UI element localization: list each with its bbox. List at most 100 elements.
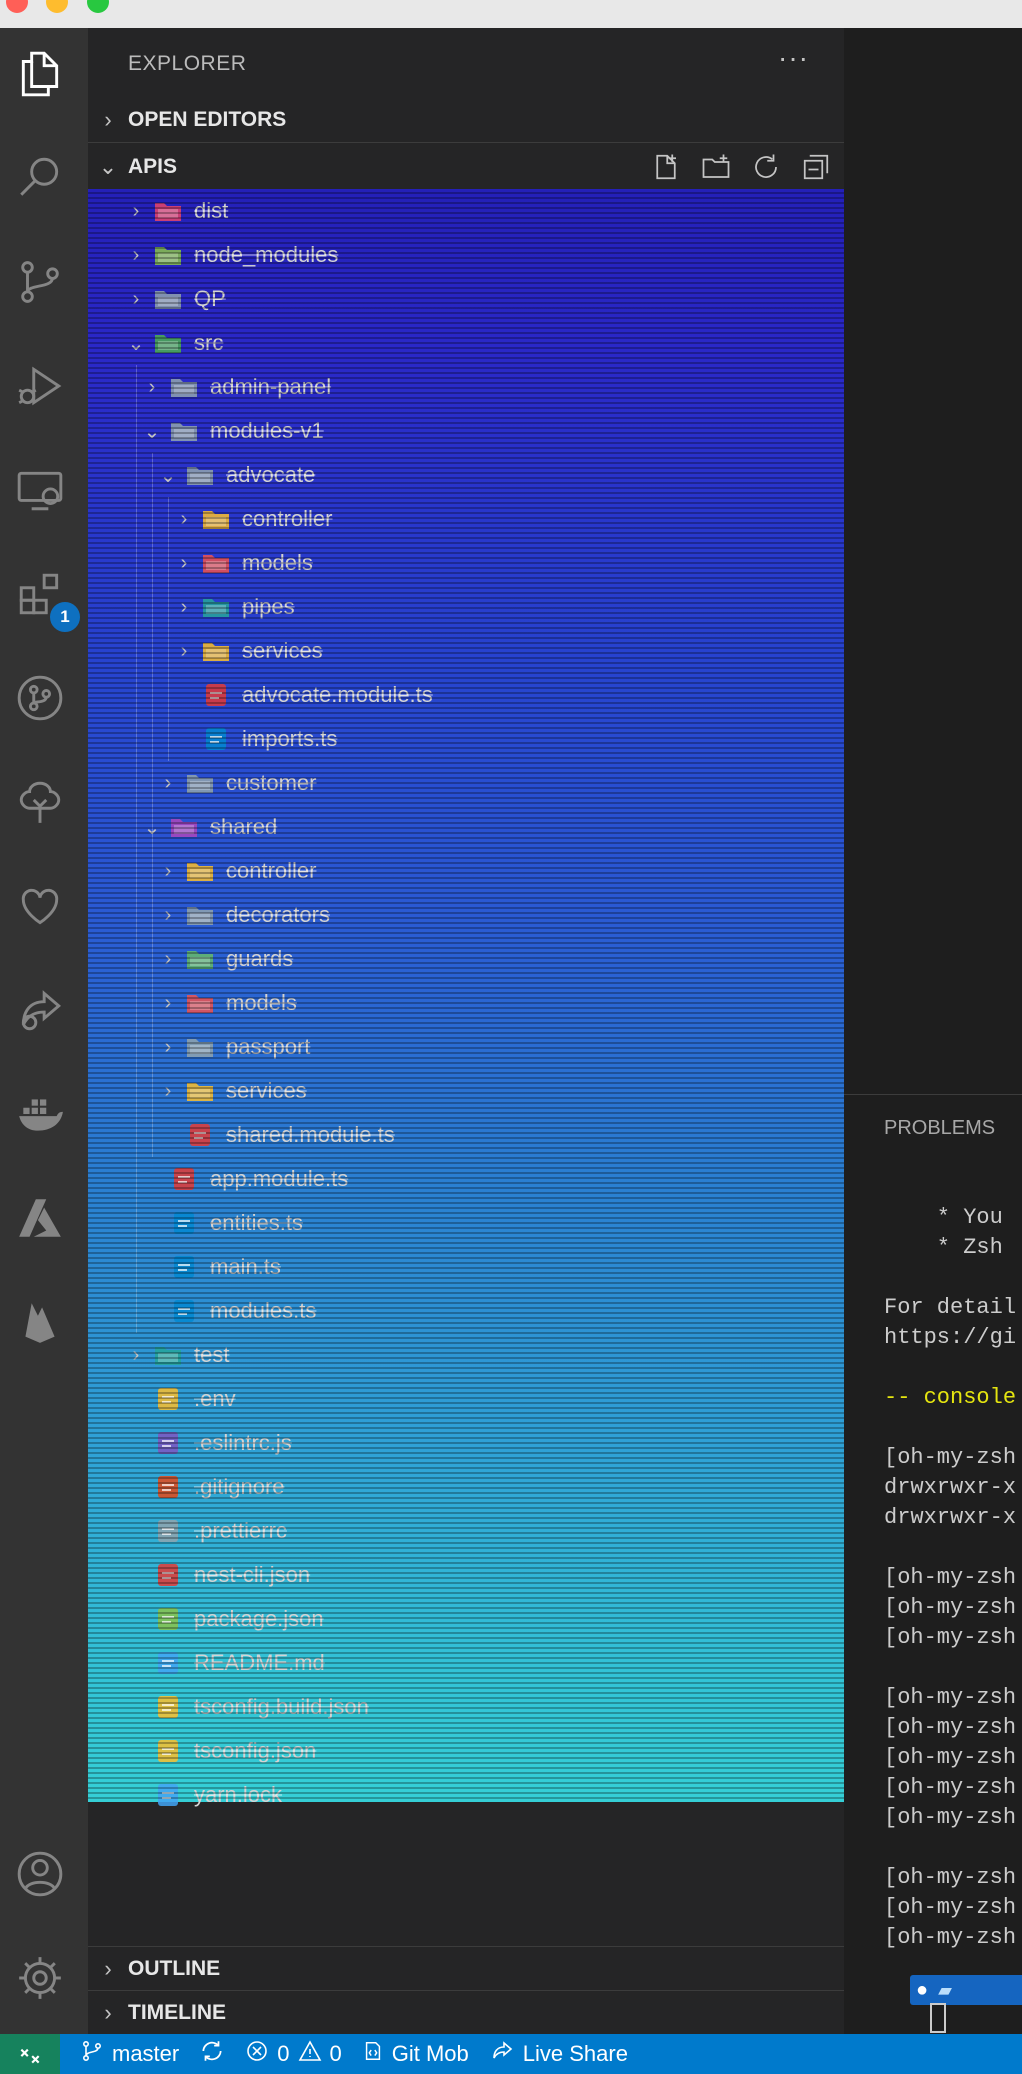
chevron-down-icon: ⌄ — [127, 332, 145, 355]
tree-file-item[interactable]: tsconfig.build.json — [88, 1685, 882, 1729]
search-icon[interactable] — [8, 146, 72, 210]
git-graph-icon[interactable] — [8, 666, 72, 730]
tree-folder-item[interactable]: ⌄ modules-v1 — [88, 409, 898, 453]
tree-file-item[interactable]: app.module.ts — [88, 1157, 898, 1201]
remote-indicator[interactable] — [0, 2034, 60, 2074]
tree-file-item[interactable]: imports.ts — [88, 717, 930, 761]
tree-file-item[interactable]: yarn.lock — [88, 1773, 882, 1817]
tree-item-label: pipes — [242, 594, 295, 619]
tree-folder-item[interactable]: › services — [88, 629, 930, 673]
file-icon — [154, 1562, 182, 1588]
tree-folder-item[interactable]: › QP — [88, 277, 882, 321]
file-icon — [202, 726, 230, 752]
tree-folder-item[interactable]: › node_modules — [88, 233, 882, 277]
terminal-line: [oh-my-zsh — [884, 1715, 1017, 1740]
open-editors-label: OPEN EDITORS — [128, 108, 287, 131]
tree-file-item[interactable]: shared.module.ts — [88, 1113, 914, 1157]
tree-folder-item[interactable]: › test — [88, 1333, 882, 1377]
tree-file-item[interactable]: README.md — [88, 1641, 882, 1685]
chevron-right-icon: › — [180, 595, 188, 618]
close-window-button[interactable] — [6, 0, 28, 13]
tree-folder-item[interactable]: ⌄ shared — [88, 805, 898, 849]
problems-indicator[interactable]: 0 0 — [245, 2039, 342, 2069]
folder-label: APIS — [128, 155, 178, 178]
source-control-icon[interactable] — [8, 250, 72, 314]
tree-file-item[interactable]: package.json — [88, 1597, 882, 1641]
extensions-icon[interactable]: 1 — [8, 562, 82, 634]
tree-file-item[interactable]: .gitignore — [88, 1465, 882, 1509]
file-icon — [154, 1782, 182, 1808]
tree-item-label: advocate — [226, 462, 316, 487]
tree-file-item[interactable]: .prettierrc — [88, 1509, 882, 1553]
folder-icon[interactable]: ▰ — [938, 1980, 952, 2001]
tree-folder-item[interactable]: › pipes — [88, 585, 930, 629]
folder-icon — [186, 946, 214, 972]
tree-folder-item[interactable]: › admin-panel — [88, 365, 898, 409]
branch-indicator[interactable]: master — [80, 2039, 179, 2069]
tree-folder-item[interactable]: › guards — [88, 937, 914, 981]
tree-folder-item[interactable]: › passport — [88, 1025, 914, 1069]
account-icon[interactable] — [8, 1842, 72, 1906]
tree-item-label: node_modules — [194, 242, 339, 267]
folder-icon — [202, 506, 230, 532]
tree-file-item[interactable]: .eslintrc.js — [88, 1421, 882, 1465]
live-share-icon[interactable] — [8, 978, 72, 1042]
tree-folder-item[interactable]: ⌄ advocate — [88, 453, 914, 497]
settings-gear-icon[interactable] — [8, 1946, 72, 2010]
terminal-line: For detail — [884, 1295, 1017, 1320]
tree-item-label: models — [242, 550, 313, 575]
tree-icon[interactable] — [8, 770, 72, 834]
tree-item-label: app.module.ts — [210, 1166, 349, 1191]
more-actions-button[interactable]: ··· — [778, 42, 809, 74]
tab-problems[interactable]: PROBLEMS — [884, 1117, 995, 1140]
collapse-all-icon[interactable] — [798, 149, 834, 185]
folder-icon — [186, 1034, 214, 1060]
chevron-right-icon: › — [164, 991, 172, 1014]
tree-file-item[interactable]: modules.ts — [88, 1289, 898, 1333]
folder-icon — [170, 418, 198, 444]
live-share-button[interactable]: Live Share — [489, 2039, 628, 2069]
apple-icon[interactable]: ● — [916, 1979, 928, 2002]
tree-file-item[interactable]: main.ts — [88, 1245, 898, 1289]
sync-button[interactable] — [199, 2038, 225, 2070]
open-editors-header[interactable]: › OPEN EDITORS — [88, 98, 844, 142]
chevron-down-icon: ⌄ — [98, 154, 118, 179]
refresh-icon[interactable] — [748, 149, 784, 185]
outline-header[interactable]: › OUTLINE — [88, 1947, 844, 1991]
tree-file-item[interactable]: entities.ts — [88, 1201, 898, 1245]
tree-item-label: package.json — [194, 1606, 324, 1631]
file-icon — [154, 1430, 182, 1456]
tree-folder-item[interactable]: › decorators — [88, 893, 914, 937]
timeline-label: TIMELINE — [128, 2001, 226, 2024]
tree-folder-item[interactable]: › dist — [88, 189, 882, 233]
files-icon[interactable] — [8, 42, 72, 106]
heart-icon[interactable] — [8, 874, 72, 938]
remote-explorer-icon[interactable] — [8, 458, 72, 522]
run-debug-icon[interactable] — [8, 354, 72, 418]
tree-file-item[interactable]: advocate.module.ts — [88, 673, 930, 717]
tree-folder-item[interactable]: › customer — [88, 761, 914, 805]
tree-item-label: entities.ts — [210, 1210, 303, 1235]
zoom-window-button[interactable] — [87, 0, 109, 13]
tree-folder-item[interactable]: › models — [88, 541, 930, 585]
git-mob-button[interactable]: Git Mob — [362, 2039, 469, 2069]
firebase-icon[interactable] — [8, 1290, 72, 1354]
minimize-window-button[interactable] — [46, 0, 68, 13]
new-file-icon[interactable] — [648, 149, 684, 185]
sync-icon — [199, 2038, 225, 2070]
tree-folder-item[interactable]: › controller — [88, 497, 930, 541]
file-icon — [154, 1518, 182, 1544]
terminal-line: [oh-my-zsh — [884, 1895, 1017, 1920]
timeline-header[interactable]: › TIMELINE — [88, 1991, 844, 2035]
tree-folder-item[interactable]: › models — [88, 981, 914, 1025]
tree-file-item[interactable]: tsconfig.json — [88, 1729, 882, 1773]
docker-icon[interactable] — [8, 1082, 72, 1146]
tree-folder-item[interactable]: › services — [88, 1069, 914, 1113]
azure-icon[interactable] — [8, 1186, 72, 1250]
tree-file-item[interactable]: .env — [88, 1377, 882, 1421]
tree-file-item[interactable]: nest-cli.json — [88, 1553, 882, 1597]
tree-folder-item[interactable]: ⌄ src — [88, 321, 882, 365]
tree-folder-item[interactable]: › controller — [88, 849, 914, 893]
new-folder-icon[interactable] — [698, 149, 734, 185]
folder-header[interactable]: ⌄ APIS — [88, 145, 844, 189]
